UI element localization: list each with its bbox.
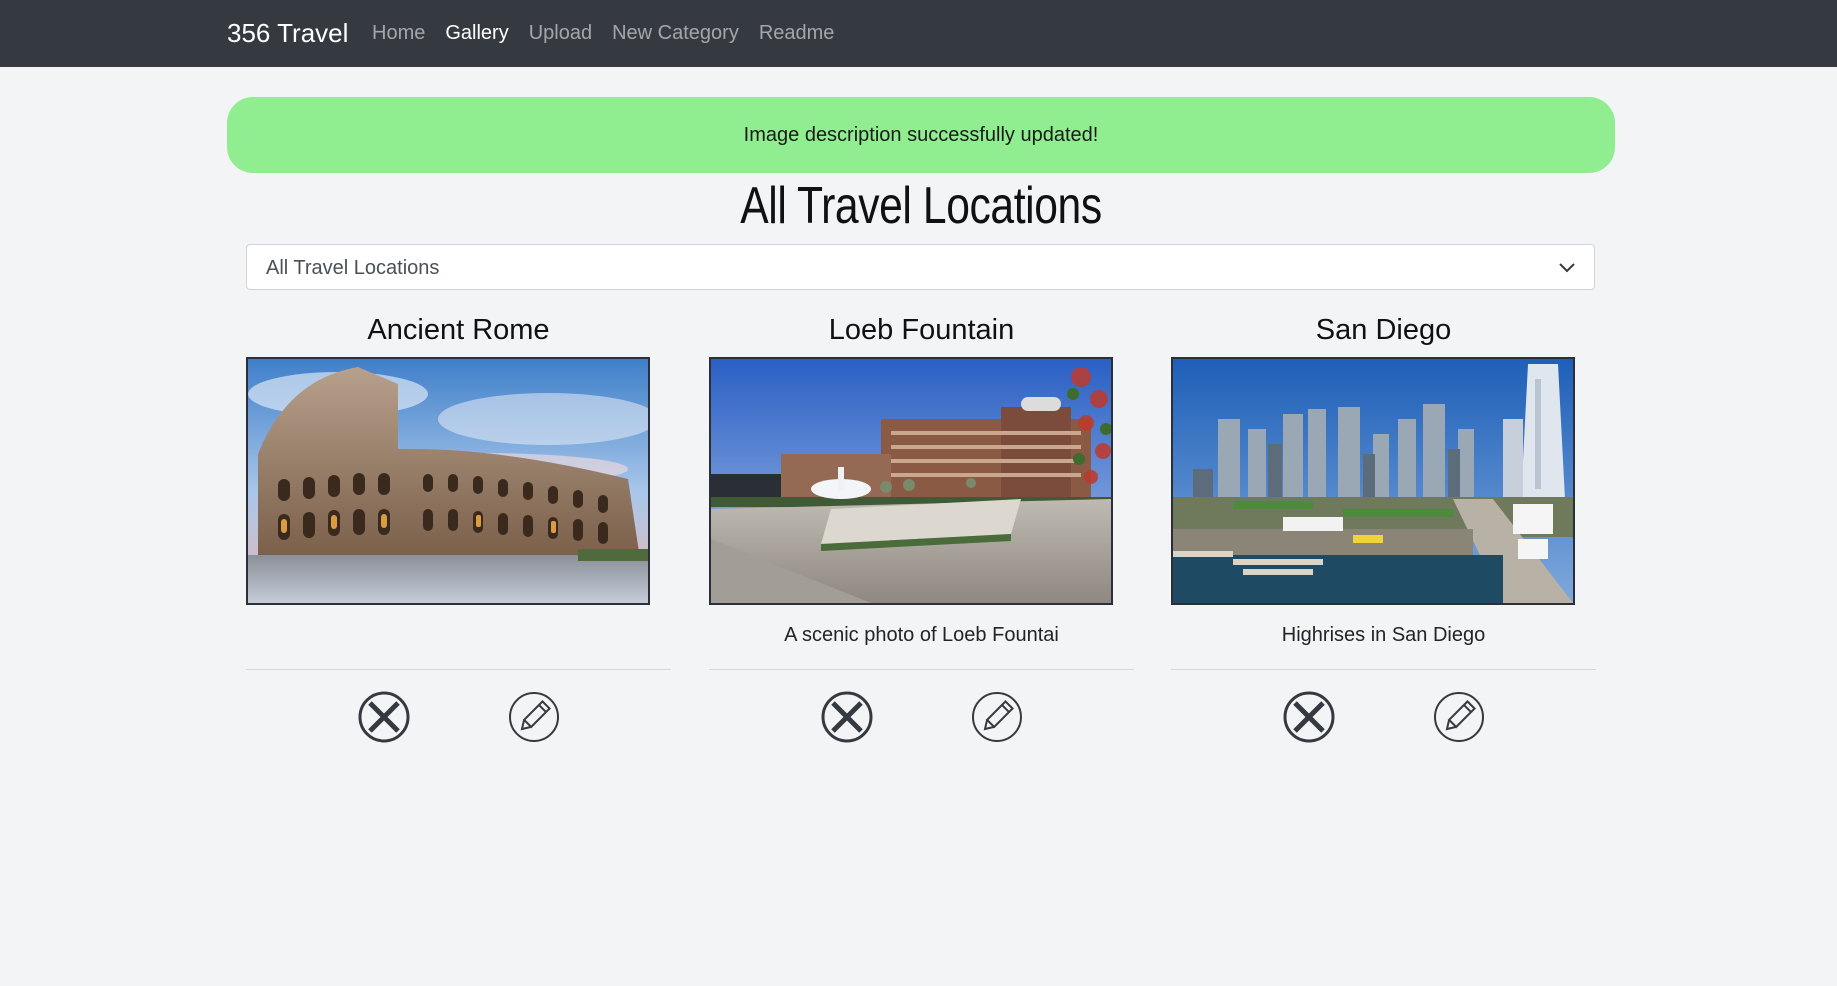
nav-links: Home Gallery Upload New Category Readme: [372, 20, 854, 46]
card-image-colosseum[interactable]: [246, 357, 650, 605]
navbar: 356 Travel Home Gallery Upload New Categ…: [0, 0, 1837, 67]
nav-link-upload[interactable]: Upload: [529, 20, 592, 46]
delete-button[interactable]: [1283, 691, 1335, 743]
card-image-skyline[interactable]: [1171, 357, 1575, 605]
card-divider: [1171, 669, 1596, 670]
card-title: San Diego: [1315, 314, 1452, 346]
card-description: A scenic photo of Loeb Fountai: [784, 624, 1059, 646]
gallery-card-loeb-fountain: Loeb Fountain A scenic photo of Loeb Fou…: [709, 310, 1134, 750]
chevron-down-icon: [1559, 263, 1575, 273]
delete-button[interactable]: [821, 691, 873, 743]
card-image-fountain[interactable]: [709, 357, 1113, 605]
card-divider: [246, 669, 671, 670]
pencil-icon: [972, 692, 1022, 742]
nav-link-home[interactable]: Home: [372, 20, 425, 46]
nav-link-new-category[interactable]: New Category: [612, 20, 739, 46]
edit-button[interactable]: [971, 691, 1023, 743]
card-title: Ancient Rome: [367, 314, 550, 346]
circle-x-icon: [821, 691, 873, 743]
page-title: All Travel Locations: [740, 177, 1102, 235]
circle-x-icon: [1283, 691, 1335, 743]
alert-message: Image description successfully updated!: [743, 123, 1099, 146]
brand-link[interactable]: 356 Travel: [227, 18, 348, 48]
edit-button[interactable]: [1433, 691, 1485, 743]
pencil-icon: [509, 692, 559, 742]
delete-button[interactable]: [358, 691, 410, 743]
category-select[interactable]: All Travel Locations: [246, 244, 1595, 290]
success-alert: Image description successfully updated!: [227, 97, 1615, 173]
gallery-card-san-diego: San Diego Highrises in San Diego: [1171, 310, 1596, 750]
card-divider: [709, 669, 1134, 670]
nav-link-readme[interactable]: Readme: [759, 20, 835, 46]
card-title: Loeb Fountain: [828, 314, 1015, 346]
card-description: Highrises in San Diego: [1281, 624, 1486, 646]
category-select-value: All Travel Locations: [266, 257, 440, 279]
circle-x-icon: [358, 691, 410, 743]
pencil-icon: [1434, 692, 1484, 742]
gallery-card-ancient-rome: Ancient Rome: [246, 310, 671, 750]
edit-button[interactable]: [508, 691, 560, 743]
nav-link-gallery[interactable]: Gallery: [445, 20, 508, 46]
